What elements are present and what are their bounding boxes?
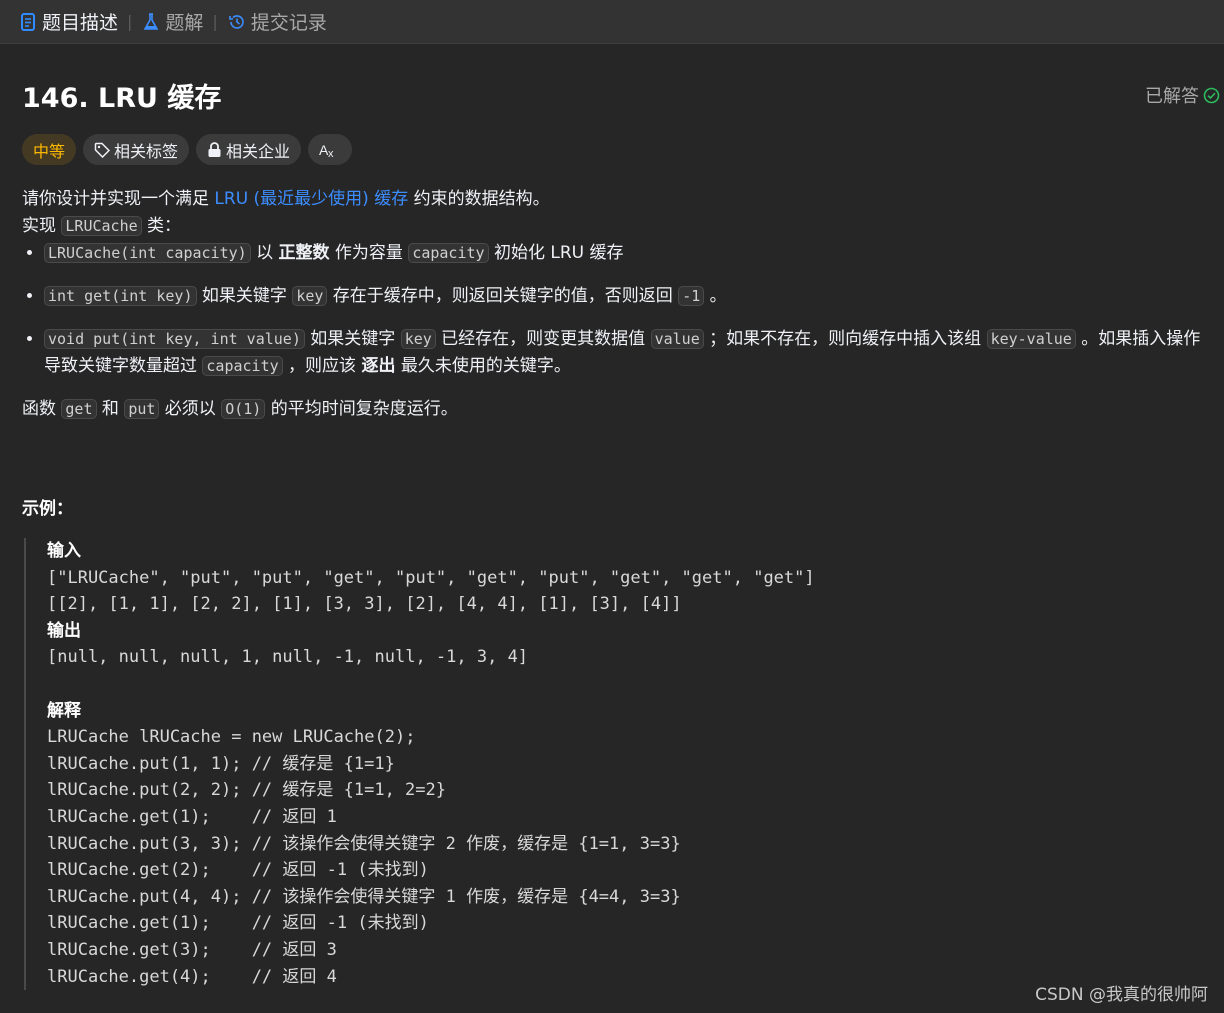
desc-text: 的平均时间复杂度运行。 (265, 399, 458, 419)
explain-line: lRUCache.put(2, 2); // 缓存是 {1=1, 2=2} (47, 780, 446, 801)
tab-bar: 题目描述 | 题解 | 提交记录 (0, 0, 1224, 44)
watermark: CSDN @我真的很帅阿 (1035, 985, 1208, 1005)
inline-code: value (650, 329, 704, 349)
tab-divider: | (212, 12, 218, 31)
inline-code: O(1) (221, 399, 266, 419)
tab-submissions-label: 提交记录 (250, 12, 327, 34)
desc-text: 约束的数据结构。 (408, 189, 550, 209)
tab-submissions[interactable]: 提交记录 (227, 8, 327, 35)
desc-text: 已经存在，则变更其数据值 (435, 329, 651, 349)
example-block: 输入 ["LRUCache", "put", "put", "get", "pu… (24, 538, 1124, 991)
lru-link[interactable]: LRU (最近最少使用) 缓存 (214, 189, 408, 209)
inline-code: capacity (202, 356, 283, 376)
explain-line: LRUCache lRUCache = new LRUCache(2); (47, 727, 416, 748)
desc-text: 请你设计并实现一个满足 (22, 189, 215, 209)
inline-code: key (292, 286, 328, 306)
inline-code: key (400, 329, 436, 349)
tab-solutions[interactable]: 题解 (141, 8, 203, 35)
translate-button[interactable]: Ax (308, 134, 353, 165)
tag-icon (94, 142, 111, 158)
explain-label: 解释 (47, 700, 81, 721)
desc-intro: 请你设计并实现一个满足 LRU (最近最少使用) 缓存 约束的数据结构。 (22, 186, 1202, 213)
explain-line: lRUCache.get(3); // 返回 3 (47, 939, 337, 960)
example-title: 示例： (22, 499, 73, 519)
explain-line: lRUCache.get(2); // 返回 -1 (未找到) (47, 860, 429, 881)
svg-text:x: x (328, 148, 334, 158)
explain-line: lRUCache.get(4); // 返回 4 (47, 966, 337, 987)
document-icon (18, 12, 38, 32)
explain-line: lRUCache.put(1, 1); // 缓存是 {1=1} (47, 753, 395, 774)
check-circle-icon (1203, 87, 1220, 103)
topics-tag-label: 相关标签 (114, 141, 179, 161)
desc-text: 类： (141, 216, 182, 236)
explain-line: lRUCache.put(3, 3); // 该操作会使得关键字 2 作废，缓存… (47, 833, 681, 854)
companies-tag-label: 相关企业 (226, 141, 291, 161)
output-line: [null, null, null, 1, null, -1, null, -1… (47, 647, 529, 668)
output-label: 输出 (47, 620, 81, 641)
explain-line: lRUCache.get(1); // 返回 1 (47, 806, 337, 827)
tab-description[interactable]: 题目描述 (18, 8, 118, 35)
difficulty-badge: 中等 (22, 134, 77, 165)
inline-code: LRUCache(int capacity) (44, 243, 251, 263)
desc-text: 和 (96, 399, 125, 419)
translate-icon: Ax (319, 142, 334, 158)
method-list: LRUCache(int capacity) 以 正整数 作为容量 capaci… (22, 240, 1202, 380)
flask-icon (141, 12, 161, 32)
desc-text: 如果关键字 (196, 286, 293, 306)
inline-code: -1 (678, 286, 705, 306)
desc-text: 必须以 (159, 399, 222, 419)
desc-text: 函数 (22, 399, 62, 419)
desc-text: 最久未使用的关键字。 (395, 356, 571, 376)
input-line: [[2], [1, 1], [2, 2], [1], [3, 3], [2], … (47, 594, 682, 615)
solved-status-label: 已解答 (1145, 86, 1199, 107)
desc-text: 初始化 LRU 缓存 (488, 243, 624, 263)
companies-tag-button[interactable]: 相关企业 (196, 134, 302, 165)
desc-text: ，则应该 (282, 356, 362, 376)
page-title[interactable]: 146. LRU 缓存 (22, 76, 221, 115)
desc-text: 作为容量 (329, 243, 409, 263)
desc-text: 以 (250, 243, 279, 263)
problem-description: 请你设计并实现一个满足 LRU (最近最少使用) 缓存 约束的数据结构。 实现 … (22, 186, 1202, 423)
desc-implement: 实现 LRUCache 类： (22, 213, 1202, 240)
desc-text: 实现 (22, 216, 62, 236)
solved-status: 已解答 (1145, 82, 1220, 108)
desc-complexity: 函数 get 和 put 必须以 O(1) 的平均时间复杂度运行。 (22, 396, 1202, 423)
inline-code: put (124, 399, 160, 419)
bold-text: 正整数 (278, 243, 330, 263)
tab-solutions-label: 题解 (165, 12, 204, 34)
tab-divider: | (127, 12, 133, 31)
desc-text: 如果关键字 (304, 329, 401, 349)
inline-code: key-value (986, 329, 1076, 349)
explain-line: lRUCache.put(4, 4); // 该操作会使得关键字 1 作废，缓存… (47, 886, 681, 907)
inline-code: LRUCache (61, 216, 142, 236)
input-line: ["LRUCache", "put", "put", "get", "put",… (47, 567, 815, 588)
desc-text: ；如果不存在，则向缓存中插入该组 (703, 329, 987, 349)
tab-description-label: 题目描述 (42, 12, 119, 34)
lock-icon (208, 141, 221, 157)
topics-tag-button[interactable]: 相关标签 (83, 134, 190, 165)
inline-code: get (61, 399, 97, 419)
desc-text: 。 (704, 286, 727, 306)
explain-line: lRUCache.get(1); // 返回 -1 (未找到) (47, 913, 429, 934)
list-item: int get(int key) 如果关键字 key 存在于缓存中，则返回关键字… (44, 283, 1202, 310)
list-item: LRUCache(int capacity) 以 正整数 作为容量 capaci… (44, 240, 1202, 267)
list-item: void put(int key, int value) 如果关键字 key 已… (44, 326, 1202, 380)
inline-code: capacity (408, 243, 489, 263)
tag-row: 中等 相关标签 相关企业 Ax (22, 134, 353, 165)
history-icon (227, 12, 247, 32)
inline-code: void put(int key, int value) (44, 329, 305, 349)
input-label: 输入 (47, 541, 81, 561)
bold-text: 逐出 (361, 356, 396, 376)
desc-text: 存在于缓存中，则返回关键字的值，否则返回 (327, 286, 679, 306)
inline-code: int get(int key) (44, 286, 197, 306)
